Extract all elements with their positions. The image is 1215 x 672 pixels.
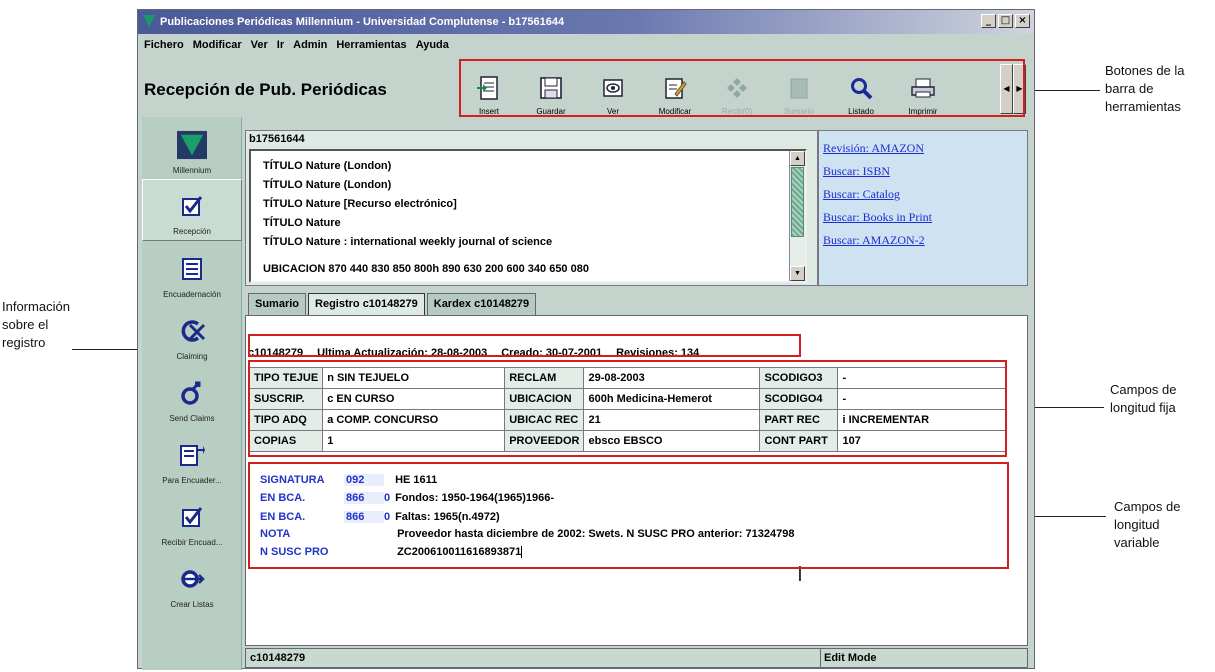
sidebar-item-encuadernacion[interactable]: Encuadernación (142, 241, 242, 303)
highlight-fixed-fields (248, 360, 1007, 457)
bib-line: TÍTULO Nature (London) (263, 160, 392, 172)
bib-record-panel: b17561644 TÍTULO Nature (London) TÍTULO … (245, 130, 818, 286)
menu-ayuda[interactable]: Ayuda (416, 39, 449, 51)
create-lists-icon (177, 564, 207, 594)
annotation-line: variable (1114, 535, 1160, 550)
annotation-line: sobre el (2, 317, 49, 332)
tab-kardex[interactable]: Kardex c10148279 (426, 293, 537, 315)
window-title: Publicaciones Periódicas Millennium - Un… (160, 16, 565, 28)
tab-registro[interactable]: Registro c10148279 (308, 293, 425, 315)
bib-line: TÍTULO Nature (263, 217, 341, 229)
send-claims-icon (177, 378, 207, 408)
annotation-line: Campos de (1110, 382, 1177, 397)
bib-line: TÍTULO Nature (London) (263, 179, 392, 191)
annotation-line: herramientas (1105, 99, 1181, 114)
sidebar-item-recepcion[interactable]: Recepción (142, 179, 242, 241)
link-buscar-books-in-print[interactable]: Buscar: Books in Print (823, 206, 1023, 229)
annotation-record-info: Información sobre el registro (2, 298, 70, 352)
millennium-logo-icon (143, 15, 155, 27)
link-revision-amazon[interactable]: Revisión: AMAZON (823, 137, 1023, 160)
millennium-logo-icon (177, 130, 207, 160)
bib-record-text: TÍTULO Nature (London) TÍTULO Nature (Lo… (249, 149, 807, 283)
sidebar-item-recibir-encuadernacion[interactable]: Recibir Encuad... (142, 489, 242, 551)
annotation-fixed-fields: Campos de longitud fija (1110, 381, 1176, 417)
status-divider (820, 649, 821, 667)
annotation-line: Botones de la (1105, 63, 1185, 78)
status-record-id: c10148279 (250, 652, 306, 664)
sidebar-item-label: Encuadernación (163, 290, 221, 299)
menu-modificar[interactable]: Modificar (193, 39, 242, 51)
annotation-connector (1026, 90, 1100, 91)
sidebar-item-label: Millennium (172, 166, 212, 175)
menu-ver[interactable]: Ver (251, 39, 268, 51)
sidebar-item-send-claims[interactable]: Send Claims (142, 365, 242, 427)
annotation-line: longitud (1114, 517, 1160, 532)
sidebar-item-crear-listas[interactable]: Crear Listas (142, 551, 242, 613)
annotation-line: registro (2, 335, 46, 350)
menu-herramientas[interactable]: Herramientas (336, 39, 406, 51)
annotation-line: longitud fija (1110, 400, 1176, 415)
window-controls: _ □ × (981, 14, 1030, 28)
link-buscar-catalog[interactable]: Buscar: Catalog (823, 183, 1023, 206)
sidebar-item-para-encuadernar[interactable]: Para Encuader... (142, 427, 242, 489)
bib-line: UBICACION 870 440 830 850 800h 890 630 2… (263, 263, 589, 275)
tab-sumario[interactable]: Sumario (248, 293, 307, 315)
highlight-toolbar (459, 59, 1025, 117)
link-buscar-isbn[interactable]: Buscar: ISBN (823, 160, 1023, 183)
sidebar: Millennium Recepción Encuadernación Clai… (142, 117, 242, 670)
status-mode: Edit Mode (824, 652, 877, 664)
menu-admin[interactable]: Admin (293, 39, 327, 51)
receive-binding-icon (177, 502, 207, 532)
annotation-toolbar: Botones de la barra de herramientas (1105, 62, 1185, 116)
close-button[interactable]: × (1015, 14, 1030, 28)
bib-line: TÍTULO Nature : international weekly jou… (263, 236, 553, 248)
scroll-thumb[interactable] (791, 167, 804, 237)
annotation-line: barra de (1105, 81, 1154, 96)
sidebar-item-label: Send Claims (169, 414, 215, 423)
sidebar-item-label: Recepción (173, 227, 211, 236)
title-bar[interactable]: Publicaciones Periódicas Millennium - Un… (138, 10, 1034, 34)
sidebar-item-claiming[interactable]: Claiming (142, 303, 242, 365)
status-bar: c10148279 Edit Mode (245, 648, 1028, 668)
scroll-up-button[interactable]: ▲ (790, 151, 805, 166)
annotation-line: Información (2, 299, 70, 314)
menu-ir[interactable]: Ir (277, 39, 284, 51)
checkbox-icon (177, 191, 207, 221)
sidebar-item-label: Crear Listas (170, 600, 214, 609)
annotation-variable-fields: Campos de longitud variable (1114, 498, 1180, 552)
link-buscar-amazon-2[interactable]: Buscar: AMAZON-2 (823, 229, 1023, 252)
claiming-icon (177, 316, 207, 346)
page-title: Recepción de Pub. Periódicas (144, 80, 387, 99)
menu-fichero[interactable]: Fichero (144, 39, 184, 51)
minimize-button[interactable]: _ (981, 14, 996, 28)
tab-bar: Sumario Registro c10148279 Kardex c10148… (248, 293, 537, 315)
bib-record-id: b17561644 (249, 133, 305, 145)
links-panel: Revisión: AMAZON Buscar: ISBN Buscar: Ca… (818, 130, 1028, 286)
sidebar-item-label: Claiming (176, 352, 208, 361)
binding-list-icon (177, 254, 207, 284)
bib-line: TÍTULO Nature [Recurso electrónico] (263, 198, 457, 210)
annotation-line: Campos de (1114, 499, 1181, 514)
to-bind-icon (177, 440, 207, 470)
highlight-record-info (248, 334, 801, 357)
bib-scrollbar[interactable]: ▲ ▼ (789, 151, 805, 281)
sidebar-item-label: Para Encuader... (162, 476, 222, 485)
maximize-button[interactable]: □ (998, 14, 1013, 28)
sidebar-item-millennium[interactable]: Millennium (142, 117, 242, 179)
highlight-variable-fields (248, 462, 1009, 569)
scroll-down-button[interactable]: ▼ (790, 266, 805, 281)
menu-bar: Fichero Modificar Ver Ir Admin Herramien… (138, 34, 1034, 56)
sidebar-item-label: Recibir Encuad... (161, 538, 223, 547)
